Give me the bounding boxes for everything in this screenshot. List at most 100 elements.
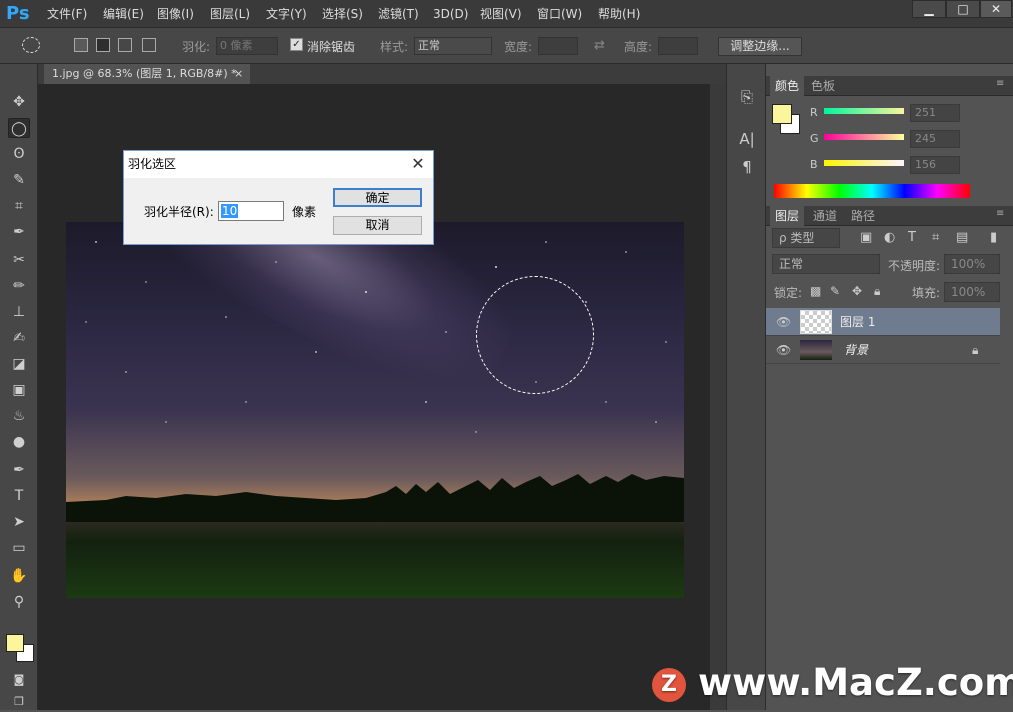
b-value[interactable]: 156 — [910, 156, 960, 174]
clone-stamp-tool-icon[interactable]: ⊥ — [8, 302, 30, 322]
macz-logo-icon: Z — [652, 667, 686, 702]
panel-menu-icon[interactable]: ≡ — [996, 78, 1004, 89]
opacity-label: 不透明度: — [888, 259, 941, 273]
type-tool-icon[interactable]: T — [8, 486, 30, 506]
menu-help[interactable]: 帮助(H) — [598, 0, 640, 28]
tab-layers[interactable]: 图层 — [770, 206, 805, 226]
menu-image[interactable]: 图像(I) — [157, 0, 194, 28]
antialias-checkbox[interactable]: ✓ — [290, 38, 303, 51]
menu-edit[interactable]: 编辑(E) — [103, 0, 144, 28]
menu-filter[interactable]: 滤镜(T) — [378, 0, 419, 28]
pen-tool-icon[interactable]: ✒ — [8, 460, 30, 480]
unit-label: 像素 — [292, 205, 317, 219]
add-to-selection-icon[interactable] — [96, 38, 110, 52]
minimize-button[interactable]: ▁ — [912, 0, 946, 18]
layer-name: 背景 — [844, 343, 869, 357]
maximize-button[interactable]: □ — [946, 0, 980, 18]
menu-type[interactable]: 文字(Y) — [266, 0, 307, 28]
menu-view[interactable]: 视图(V) — [480, 0, 522, 28]
ok-button[interactable]: 确定 — [333, 188, 422, 207]
filter-adjustment-icon[interactable]: ◐ — [884, 230, 895, 245]
brush-tool-icon[interactable]: ✏ — [8, 276, 30, 296]
style-label: 样式: — [380, 40, 409, 54]
menu-3d[interactable]: 3D(D) — [433, 0, 468, 28]
history-brush-tool-icon[interactable]: ✍ — [8, 328, 30, 348]
style-dropdown[interactable]: 正常 — [414, 37, 492, 55]
blur-tool-icon[interactable]: ♨ — [8, 406, 30, 426]
quick-selection-tool-icon[interactable]: ✎ — [8, 170, 30, 190]
layers-panel-menu-icon[interactable]: ≡ — [996, 208, 1004, 219]
vertical-scrollbar[interactable] — [710, 84, 726, 710]
filter-toggle-icon[interactable]: ▮ — [990, 230, 997, 245]
tab-swatches[interactable]: 色板 — [806, 76, 840, 96]
paragraph-panel-icon[interactable]: ¶ — [735, 156, 759, 178]
healing-brush-tool-icon[interactable]: ✂ — [8, 250, 30, 270]
eraser-tool-icon[interactable]: ◪ — [8, 354, 30, 374]
intersect-selection-icon[interactable] — [142, 38, 156, 52]
zoom-tool-icon[interactable]: ⚲ — [8, 592, 30, 612]
elliptical-marquee-preset-icon[interactable] — [22, 37, 40, 53]
tab-color[interactable]: 颜色 — [770, 76, 805, 96]
menu-file[interactable]: 文件(F) — [47, 0, 87, 28]
tab-paths[interactable]: 路径 — [846, 206, 880, 226]
path-selection-tool-icon[interactable]: ➤ — [8, 512, 30, 532]
history-panel-icon[interactable]: ⎘ — [735, 86, 759, 108]
menu-window[interactable]: 窗口(W) — [537, 0, 582, 28]
screen-mode-icon[interactable]: ❐ — [8, 692, 30, 712]
filter-smart-object-icon[interactable]: ▤ — [956, 230, 968, 245]
visibility-eye-icon[interactable]: 👁︎ — [776, 308, 791, 336]
shape-tool-icon[interactable]: ▭ — [8, 538, 30, 558]
dodge-tool-icon[interactable]: ● — [8, 432, 30, 452]
crop-tool-icon[interactable]: ⌗ — [8, 196, 30, 216]
color-panel-foreground[interactable] — [772, 104, 792, 124]
b-slider[interactable] — [824, 160, 904, 166]
filter-type-icon[interactable]: T — [908, 230, 916, 245]
g-value[interactable]: 245 — [910, 130, 960, 148]
move-tool-icon[interactable]: ✥ — [8, 92, 30, 112]
lasso-tool-icon[interactable]: ʘ — [8, 144, 30, 164]
layer-filter-dropdown[interactable]: ρ 类型 — [772, 228, 840, 248]
fill-input[interactable]: 100% — [944, 282, 1000, 302]
filter-image-icon[interactable]: ▣ — [860, 230, 872, 245]
width-input[interactable] — [538, 37, 578, 55]
refine-edge-button[interactable]: 调整边缘... — [718, 37, 802, 56]
night-sky-photo[interactable] — [66, 222, 684, 598]
hand-tool-icon[interactable]: ✋ — [8, 566, 30, 586]
lock-all-icon[interactable]: 🔒︎ — [874, 284, 880, 299]
lock-transparent-icon[interactable]: ▩ — [810, 284, 821, 298]
eyedropper-tool-icon[interactable]: ✒ — [8, 222, 30, 242]
layer-row-background[interactable]: 👁︎ 背景 🔒︎ — [766, 336, 1000, 364]
lock-position-icon[interactable]: ✥ — [852, 284, 862, 298]
character-panel-icon[interactable]: A| — [735, 128, 759, 150]
menu-select[interactable]: 选择(S) — [322, 0, 363, 28]
blend-mode-dropdown[interactable]: 正常 — [772, 254, 880, 274]
gradient-tool-icon[interactable]: ▣ — [8, 380, 30, 400]
filter-shape-icon[interactable]: ⌗ — [932, 230, 939, 245]
height-label: 高度: — [624, 40, 653, 54]
cancel-button[interactable]: 取消 — [333, 216, 422, 235]
elliptical-marquee-tool-icon[interactable]: ◯ — [8, 118, 30, 138]
g-slider[interactable] — [824, 134, 904, 140]
new-selection-icon[interactable] — [74, 38, 88, 52]
document-tab[interactable]: 1.jpg @ 68.3% (图层 1, RGB/8#) * × — [44, 64, 250, 84]
elliptical-selection-marquee[interactable] — [476, 276, 594, 394]
color-spectrum[interactable] — [774, 184, 970, 198]
quick-mask-icon[interactable]: ◙ — [8, 670, 30, 690]
feather-radius-input[interactable]: 10 — [218, 201, 284, 221]
foreground-color-swatch[interactable] — [6, 634, 24, 652]
feather-input[interactable]: 0 像素 — [216, 37, 278, 55]
swap-arrows-icon[interactable]: ⇄ — [594, 38, 605, 53]
r-value[interactable]: 251 — [910, 104, 960, 122]
height-input[interactable] — [658, 37, 698, 55]
lock-pixels-icon[interactable]: ✎ — [830, 284, 840, 298]
r-slider[interactable] — [824, 108, 904, 114]
visibility-eye-icon[interactable]: 👁︎ — [776, 336, 791, 364]
layer-row-layer1[interactable]: 👁︎ 图层 1 — [766, 308, 1000, 336]
tab-channels[interactable]: 通道 — [808, 206, 842, 226]
opacity-input[interactable]: 100% — [944, 254, 1000, 274]
close-window-button[interactable]: ✕ — [980, 0, 1012, 18]
menu-layer[interactable]: 图层(L) — [210, 0, 250, 28]
tab-close-icon[interactable]: × — [234, 64, 243, 84]
dialog-close-icon[interactable]: ✕ — [407, 154, 429, 174]
subtract-selection-icon[interactable] — [118, 38, 132, 52]
